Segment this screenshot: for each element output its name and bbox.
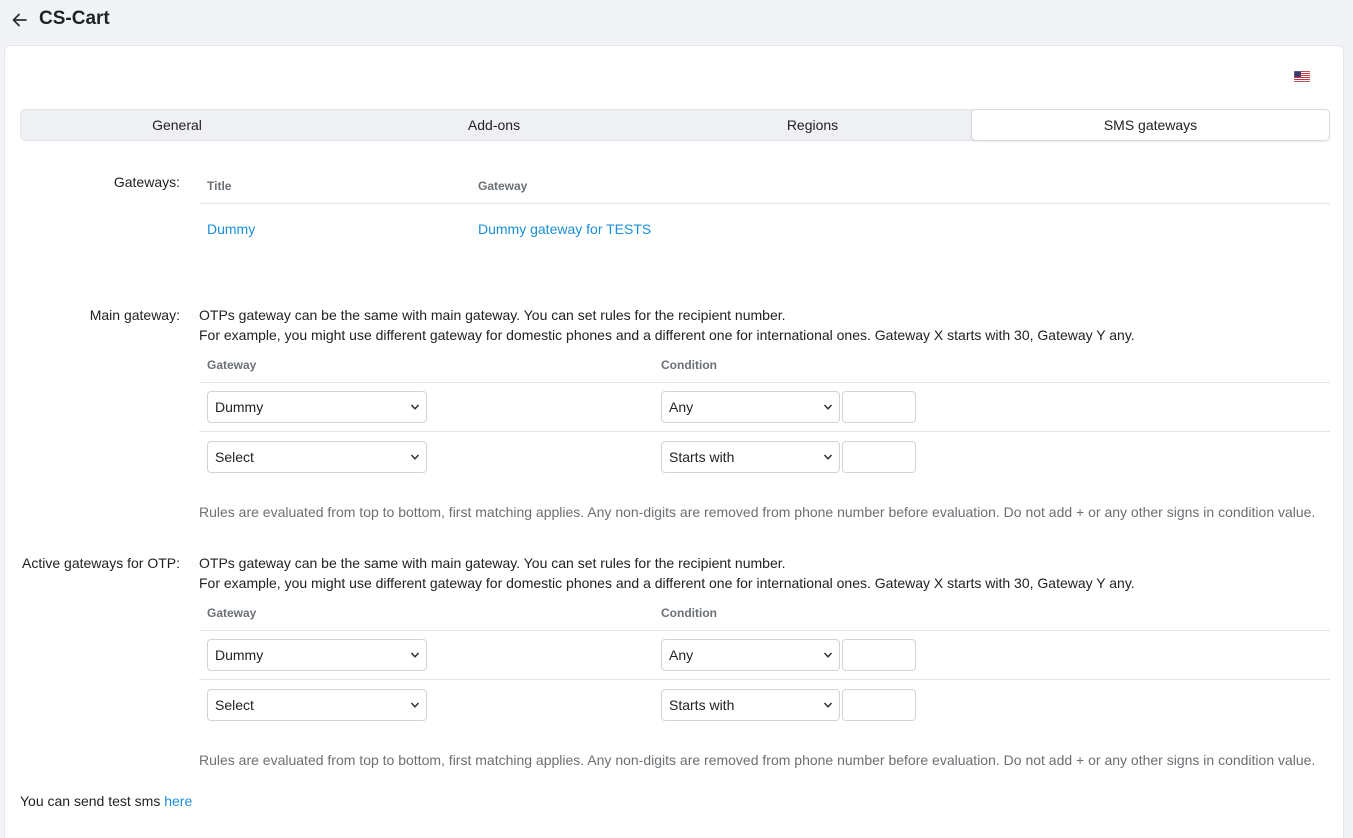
divider [199, 630, 1330, 631]
tab-general[interactable]: General [21, 110, 333, 140]
column-header-gateway: Gateway [207, 606, 257, 620]
main-gateway-description: OTPs gateway can be the same with main g… [199, 307, 786, 323]
rules-hint: Rules are evaluated from top to bottom, … [199, 752, 1316, 768]
condition-select[interactable]: Starts with [661, 441, 840, 473]
chevron-down-icon [823, 702, 833, 708]
condition-value-input[interactable] [842, 391, 916, 423]
divider [199, 431, 1330, 432]
condition-select-value: Starts with [669, 697, 735, 713]
otp-condition-select[interactable]: Any [661, 639, 840, 671]
otp-condition-select[interactable]: Starts with [661, 689, 840, 721]
otp-gateways-example: For example, you might use different gat… [199, 575, 1135, 591]
tab-sms-gateways[interactable]: SMS gateways [971, 109, 1330, 141]
otp-condition-value-input[interactable] [842, 689, 916, 721]
gateway-select[interactable]: Select [207, 441, 427, 473]
condition-select-value: Starts with [669, 449, 735, 465]
settings-panel: General Add-ons Regions SMS gateways Gat… [4, 45, 1344, 838]
otp-gateways-label: Active gateways for OTP: [22, 555, 180, 571]
gateway-select[interactable]: Dummy [207, 391, 427, 423]
chevron-down-icon [410, 404, 420, 410]
condition-select[interactable]: Any [661, 391, 840, 423]
divider [199, 679, 1330, 680]
us-flag-icon[interactable] [1294, 71, 1310, 82]
column-header-gateway: Gateway [207, 358, 257, 372]
chevron-down-icon [823, 404, 833, 410]
rules-hint: Rules are evaluated from top to bottom, … [199, 504, 1316, 520]
tab-regions[interactable]: Regions [655, 110, 970, 140]
condition-value-input[interactable] [842, 441, 916, 473]
divider [199, 203, 1330, 204]
column-header-gateway: Gateway [478, 179, 528, 193]
gateway-name-link[interactable]: Dummy gateway for TESTS [478, 221, 651, 237]
gateway-select-value: Select [215, 697, 254, 713]
gateway-select-value: Dummy [215, 399, 264, 415]
gateway-select-value: Dummy [215, 647, 264, 663]
column-header-title: Title [207, 179, 232, 193]
chevron-down-icon [823, 652, 833, 658]
test-sms-link[interactable]: here [164, 793, 192, 809]
tab-bar: General Add-ons Regions SMS gateways [20, 109, 1330, 141]
arrow-left-icon[interactable] [10, 10, 30, 30]
test-sms-note: You can send test sms here [20, 793, 192, 809]
chevron-down-icon [410, 702, 420, 708]
gateway-title-link[interactable]: Dummy [207, 221, 255, 237]
condition-select-value: Any [669, 399, 694, 415]
otp-gateway-select[interactable]: Dummy [207, 639, 427, 671]
otp-condition-value-input[interactable] [842, 639, 916, 671]
chevron-down-icon [410, 652, 420, 658]
main-gateway-label: Main gateway: [89, 307, 180, 323]
main-gateway-example: For example, you might use different gat… [199, 327, 1135, 343]
top-bar: CS-Cart [0, 0, 1353, 44]
condition-select-value: Any [669, 647, 694, 663]
tab-add-ons[interactable]: Add-ons [333, 110, 655, 140]
divider [199, 382, 1330, 383]
page-title: CS-Cart [39, 8, 110, 29]
otp-gateways-description: OTPs gateway can be the same with main g… [199, 555, 786, 571]
chevron-down-icon [410, 454, 420, 460]
otp-gateway-select[interactable]: Select [207, 689, 427, 721]
test-sms-text: You can send test sms [20, 793, 165, 809]
gateways-label: Gateways: [113, 174, 180, 190]
gateway-select-value: Select [215, 449, 254, 465]
column-header-condition: Condition [661, 606, 717, 620]
column-header-condition: Condition [661, 358, 717, 372]
chevron-down-icon [823, 454, 833, 460]
